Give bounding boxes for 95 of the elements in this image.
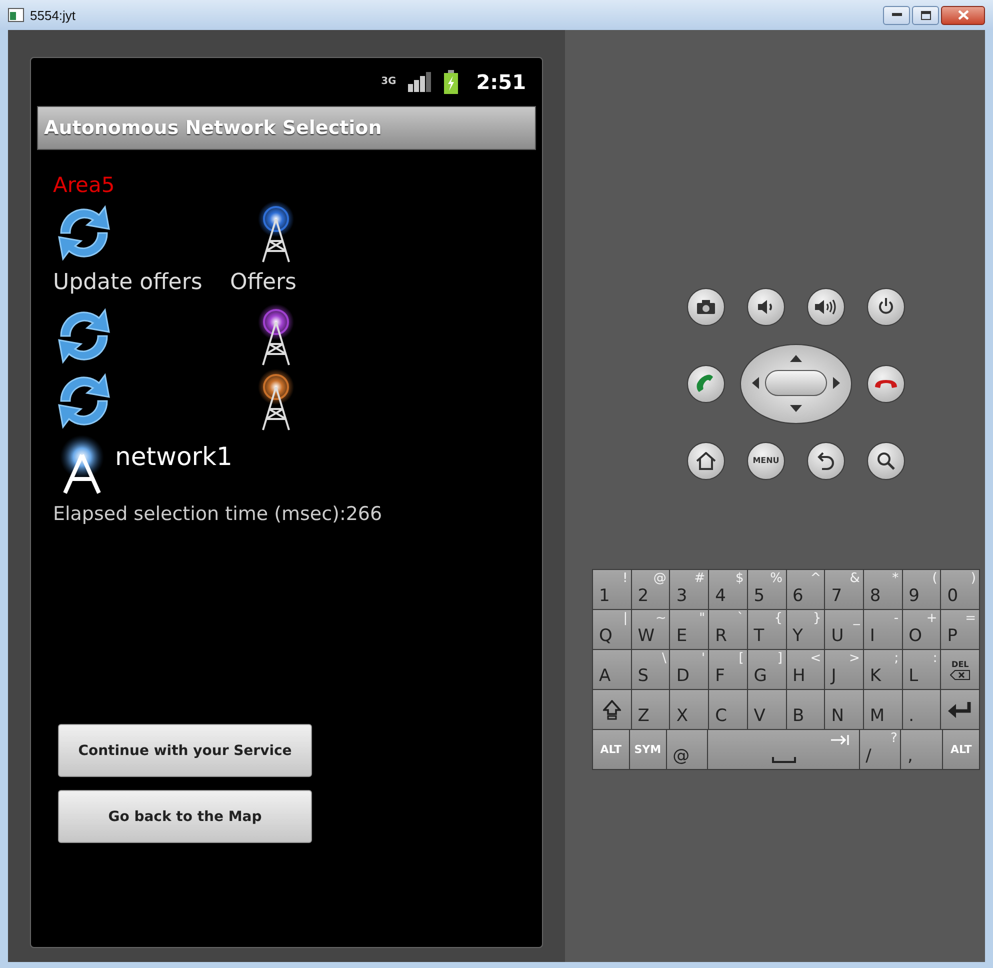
keyboard-key[interactable]: Q | — [593, 610, 631, 649]
keyboard-key[interactable]: R ` — [709, 610, 747, 649]
enter-arrow-icon — [948, 702, 972, 718]
keyboard-key[interactable]: 8 * — [864, 570, 902, 609]
offers-label: Offers — [230, 270, 297, 294]
keyboard-key[interactable]: @ — [666, 730, 708, 769]
maximize-icon — [920, 10, 930, 20]
keyboard-key[interactable]: Z — [632, 690, 670, 729]
keyboard-key[interactable]: J > — [825, 650, 863, 689]
keyboard-key[interactable]: G ] — [748, 650, 786, 689]
keyboard-key[interactable]: O + — [902, 610, 940, 649]
power-icon — [878, 298, 894, 315]
keyboard-key[interactable]: F [ — [709, 650, 747, 689]
end-call-button[interactable] — [867, 364, 905, 402]
keyboard-key[interactable]: I - — [864, 610, 902, 649]
modifier-key[interactable]: ALT — [593, 730, 629, 769]
volume-down-button[interactable] — [747, 288, 785, 326]
keyboard-key[interactable]: 3 # — [670, 570, 708, 609]
close-icon — [958, 10, 968, 20]
keyboard-key[interactable]: 9 ( — [902, 570, 940, 609]
signal-icon — [408, 72, 432, 92]
keyboard-key[interactable]: H < — [786, 650, 824, 689]
keyboard-key[interactable]: M — [864, 690, 902, 729]
house-icon — [696, 452, 716, 470]
backspace-icon — [950, 670, 970, 680]
speaker-icon — [758, 300, 774, 314]
keyboard-key[interactable]: S \ — [632, 650, 670, 689]
keyboard-key[interactable]: N — [825, 690, 863, 729]
left-arrow-icon — [752, 377, 759, 390]
call-button[interactable] — [687, 364, 725, 402]
enter-key[interactable] — [941, 690, 979, 729]
area-label: Area5 — [53, 172, 115, 198]
update-offers-label: Update offers — [53, 270, 204, 294]
keyboard-key[interactable]: 6 ^ — [786, 570, 824, 609]
action-button[interactable]: Go back to the Map — [58, 790, 312, 843]
menu-button[interactable]: MENU — [747, 442, 785, 480]
volume-up-button[interactable] — [807, 288, 845, 326]
close-button[interactable] — [941, 6, 985, 24]
keyboard-key[interactable]: V — [748, 690, 786, 729]
modifier-key[interactable]: SYM — [630, 730, 666, 769]
center-button[interactable] — [765, 370, 827, 396]
home-button[interactable] — [687, 442, 725, 480]
search-button[interactable] — [867, 442, 905, 480]
clock: 2:51 — [476, 70, 526, 94]
right-arrow-icon — [833, 377, 840, 390]
tab-arrow-icon — [830, 735, 849, 745]
app-title: Autonomous Network Selection — [44, 117, 382, 139]
minimize-icon — [892, 13, 902, 17]
down-arrow-icon — [790, 405, 802, 412]
battery-charging-icon — [444, 70, 458, 94]
space-icon — [772, 757, 796, 763]
keyboard-key[interactable]: E " — [670, 610, 708, 649]
up-arrow-icon — [790, 354, 802, 362]
camera-icon — [697, 300, 715, 314]
keyboard-key[interactable]: / ? — [860, 730, 900, 769]
selected-network-name: network1 — [115, 442, 232, 470]
keyboard-key[interactable]: K ; — [864, 650, 902, 689]
camera-button[interactable] — [687, 288, 725, 326]
keyboard-key[interactable]: D ' — [670, 650, 708, 689]
keyboard-key[interactable]: 5 % — [748, 570, 786, 609]
keyboard-key[interactable]: X — [670, 690, 708, 729]
back-arrow-icon — [817, 450, 835, 470]
keyboard-key[interactable]: 1 ! — [593, 570, 631, 609]
speaker-loud-icon — [815, 298, 837, 314]
network-type-indicator: 3G — [381, 77, 396, 87]
shift-arrow-icon — [602, 700, 621, 720]
keyboard-key[interactable]: B — [786, 690, 824, 729]
keyboard-key[interactable]: U _ — [825, 610, 863, 649]
power-button[interactable] — [867, 288, 905, 326]
keyboard-key[interactable]: 0 ) — [941, 570, 979, 609]
keyboard-key[interactable]: L : — [902, 650, 940, 689]
shift-key[interactable] — [593, 690, 631, 729]
search-icon — [877, 452, 895, 470]
keyboard-key[interactable]: , — [901, 730, 942, 769]
maximize-button[interactable] — [912, 6, 939, 24]
keyboard-key[interactable]: Y } — [786, 610, 824, 649]
modifier-key[interactable]: ALT — [943, 730, 979, 769]
back-button[interactable] — [807, 442, 845, 480]
delete-key[interactable]: DEL — [941, 650, 979, 689]
keyboard-key[interactable]: A — [593, 650, 631, 689]
keyboard-key[interactable]: 7 & — [825, 570, 863, 609]
keyboard-key[interactable]: W ~ — [632, 610, 670, 649]
keyboard-key[interactable]: . — [902, 690, 940, 729]
keyboard-key[interactable]: P = — [941, 610, 979, 649]
action-button[interactable]: Continue with your Service — [58, 724, 312, 777]
keyboard-key[interactable]: T { — [748, 610, 786, 649]
keyboard-key[interactable]: 2 @ — [632, 570, 670, 609]
elapsed-time-text: Elapsed selection time (msec):266 — [53, 503, 382, 525]
keyboard-key[interactable]: C — [709, 690, 747, 729]
app-icon — [8, 8, 24, 22]
phone-handset-icon — [696, 374, 716, 394]
phone-hangup-icon — [875, 378, 897, 388]
window-title: 5554:jyt — [30, 8, 76, 22]
keyboard-key[interactable]: 4 $ — [709, 570, 747, 609]
minimize-button[interactable] — [883, 6, 910, 24]
